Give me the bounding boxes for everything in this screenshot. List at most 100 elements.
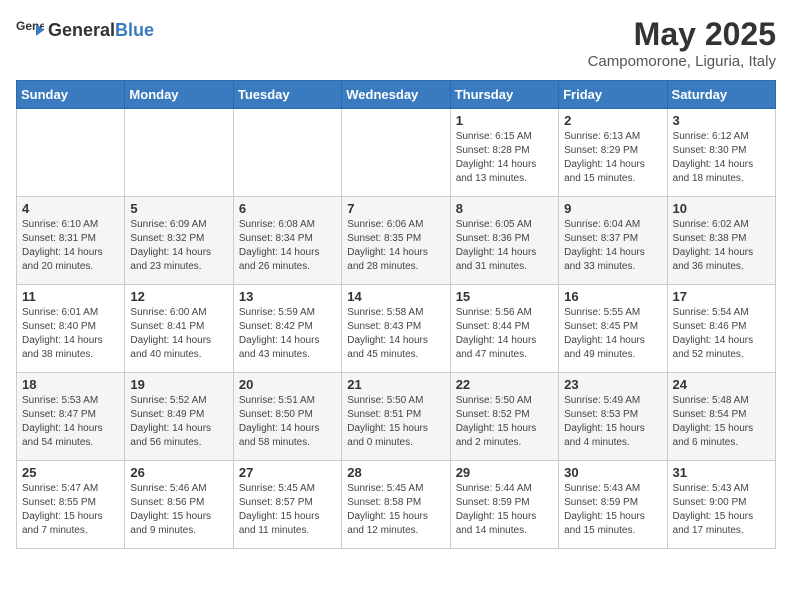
calendar-cell — [17, 109, 125, 197]
calendar-cell: 29 Sunrise: 5:44 AM Sunset: 8:59 PM Dayli… — [450, 461, 558, 549]
calendar-cell: 30 Sunrise: 5:43 AM Sunset: 8:59 PM Dayli… — [559, 461, 667, 549]
calendar-cell: 14 Sunrise: 5:58 AM Sunset: 8:43 PM Dayli… — [342, 285, 450, 373]
day-number: 21 — [347, 377, 444, 392]
calendar-cell: 8 Sunrise: 6:05 AM Sunset: 8:36 PM Daylig… — [450, 197, 558, 285]
day-number: 12 — [130, 289, 227, 304]
day-info: Sunrise: 6:05 AM Sunset: 8:36 PM Dayligh… — [456, 218, 553, 274]
day-number: 2 — [564, 113, 661, 128]
day-info: Sunrise: 5:46 AM Sunset: 8:56 PM Dayligh… — [130, 482, 227, 538]
day-info: Sunrise: 5:58 AM Sunset: 8:43 PM Dayligh… — [347, 306, 444, 362]
calendar-cell: 13 Sunrise: 5:59 AM Sunset: 8:42 PM Dayli… — [233, 285, 341, 373]
day-info: Sunrise: 5:59 AM Sunset: 8:42 PM Dayligh… — [239, 306, 336, 362]
day-of-week-header: Monday — [125, 81, 233, 109]
calendar-cell: 7 Sunrise: 6:06 AM Sunset: 8:35 PM Daylig… — [342, 197, 450, 285]
day-number: 20 — [239, 377, 336, 392]
day-number: 11 — [22, 289, 119, 304]
logo-general: General — [48, 20, 115, 40]
day-info: Sunrise: 6:01 AM Sunset: 8:40 PM Dayligh… — [22, 306, 119, 362]
day-number: 4 — [22, 201, 119, 216]
day-number: 3 — [673, 113, 770, 128]
calendar-cell: 12Sunrise: 6:00 AM Sunset: 8:41 PM Dayli… — [125, 285, 233, 373]
day-number: 24 — [673, 377, 770, 392]
day-info: Sunrise: 5:43 AM Sunset: 9:00 PM Dayligh… — [673, 482, 770, 538]
calendar-cell: 19 Sunrise: 5:52 AM Sunset: 8:49 PM Dayli… — [125, 373, 233, 461]
calendar-cell: 23 Sunrise: 5:49 AM Sunset: 8:53 PM Dayli… — [559, 373, 667, 461]
day-number: 6 — [239, 201, 336, 216]
calendar-cell: 24 Sunrise: 5:48 AM Sunset: 8:54 PM Dayli… — [667, 373, 775, 461]
day-number: 9 — [564, 201, 661, 216]
day-number: 27 — [239, 465, 336, 480]
day-info: Sunrise: 5:50 AM Sunset: 8:51 PM Dayligh… — [347, 394, 444, 450]
day-info: Sunrise: 6:13 AM Sunset: 8:29 PM Dayligh… — [564, 130, 661, 186]
day-number: 13 — [239, 289, 336, 304]
day-of-week-header: Tuesday — [233, 81, 341, 109]
day-number: 26 — [130, 465, 227, 480]
day-info: Sunrise: 5:54 AM Sunset: 8:46 PM Dayligh… — [673, 306, 770, 362]
day-of-week-header: Thursday — [450, 81, 558, 109]
calendar-cell — [125, 109, 233, 197]
header: General GeneralBlue May 2025 Campomorone… — [16, 16, 776, 70]
day-number: 7 — [347, 201, 444, 216]
day-number: 19 — [130, 377, 227, 392]
day-info: Sunrise: 5:48 AM Sunset: 8:54 PM Dayligh… — [673, 394, 770, 450]
calendar-week-row: 11 Sunrise: 6:01 AM Sunset: 8:40 PM Dayli… — [17, 285, 776, 373]
day-number: 18 — [22, 377, 119, 392]
logo: General GeneralBlue — [16, 16, 154, 44]
day-info: Sunrise: 5:49 AM Sunset: 8:53 PM Dayligh… — [564, 394, 661, 450]
header-row: SundayMondayTuesdayWednesdayThursdayFrid… — [17, 81, 776, 109]
day-info: Sunrise: 6:08 AM Sunset: 8:34 PM Dayligh… — [239, 218, 336, 274]
calendar-cell — [342, 109, 450, 197]
month-title: May 2025 — [588, 16, 776, 53]
calendar-cell: 18 Sunrise: 5:53 AM Sunset: 8:47 PM Dayli… — [17, 373, 125, 461]
calendar-body: 1Sunrise: 6:15 AM Sunset: 8:28 PM Daylig… — [17, 109, 776, 549]
day-info: Sunrise: 5:43 AM Sunset: 8:59 PM Dayligh… — [564, 482, 661, 538]
day-info: Sunrise: 5:53 AM Sunset: 8:47 PM Dayligh… — [22, 394, 119, 450]
day-info: Sunrise: 5:47 AM Sunset: 8:55 PM Dayligh… — [22, 482, 119, 538]
calendar-cell: 16 Sunrise: 5:55 AM Sunset: 8:45 PM Dayli… — [559, 285, 667, 373]
day-number: 8 — [456, 201, 553, 216]
calendar-cell: 2 Sunrise: 6:13 AM Sunset: 8:29 PM Daylig… — [559, 109, 667, 197]
day-info: Sunrise: 6:06 AM Sunset: 8:35 PM Dayligh… — [347, 218, 444, 274]
calendar-cell: 4 Sunrise: 6:10 AM Sunset: 8:31 PM Daylig… — [17, 197, 125, 285]
calendar-cell: 3 Sunrise: 6:12 AM Sunset: 8:30 PM Daylig… — [667, 109, 775, 197]
day-info: Sunrise: 5:51 AM Sunset: 8:50 PM Dayligh… — [239, 394, 336, 450]
calendar-cell: 9 Sunrise: 6:04 AM Sunset: 8:37 PM Daylig… — [559, 197, 667, 285]
day-number: 23 — [564, 377, 661, 392]
day-info: Sunrise: 6:15 AM Sunset: 8:28 PM Dayligh… — [456, 130, 553, 186]
calendar-cell — [233, 109, 341, 197]
day-info: Sunrise: 6:02 AM Sunset: 8:38 PM Dayligh… — [673, 218, 770, 274]
calendar-cell: 28 Sunrise: 5:45 AM Sunset: 8:58 PM Dayli… — [342, 461, 450, 549]
calendar-week-row: 18 Sunrise: 5:53 AM Sunset: 8:47 PM Dayli… — [17, 373, 776, 461]
day-info: Sunrise: 5:50 AM Sunset: 8:52 PM Dayligh… — [456, 394, 553, 450]
calendar-cell: 31Sunrise: 5:43 AM Sunset: 9:00 PM Dayli… — [667, 461, 775, 549]
calendar-cell: 1Sunrise: 6:15 AM Sunset: 8:28 PM Daylig… — [450, 109, 558, 197]
calendar-header: SundayMondayTuesdayWednesdayThursdayFrid… — [17, 81, 776, 109]
calendar-cell: 27 Sunrise: 5:45 AM Sunset: 8:57 PM Dayli… — [233, 461, 341, 549]
day-number: 28 — [347, 465, 444, 480]
calendar-table: SundayMondayTuesdayWednesdayThursdayFrid… — [16, 80, 776, 549]
day-info: Sunrise: 5:56 AM Sunset: 8:44 PM Dayligh… — [456, 306, 553, 362]
day-info: Sunrise: 6:12 AM Sunset: 8:30 PM Dayligh… — [673, 130, 770, 186]
day-info: Sunrise: 6:04 AM Sunset: 8:37 PM Dayligh… — [564, 218, 661, 274]
day-number: 30 — [564, 465, 661, 480]
logo-icon: General — [16, 16, 44, 44]
calendar-cell: 11 Sunrise: 6:01 AM Sunset: 8:40 PM Dayli… — [17, 285, 125, 373]
subtitle: Campomorone, Liguria, Italy — [588, 53, 776, 70]
calendar-week-row: 25 Sunrise: 5:47 AM Sunset: 8:55 PM Dayli… — [17, 461, 776, 549]
day-of-week-header: Saturday — [667, 81, 775, 109]
day-number: 16 — [564, 289, 661, 304]
day-number: 14 — [347, 289, 444, 304]
day-number: 5 — [130, 201, 227, 216]
day-info: Sunrise: 5:55 AM Sunset: 8:45 PM Dayligh… — [564, 306, 661, 362]
day-info: Sunrise: 5:44 AM Sunset: 8:59 PM Dayligh… — [456, 482, 553, 538]
day-info: Sunrise: 5:45 AM Sunset: 8:58 PM Dayligh… — [347, 482, 444, 538]
day-of-week-header: Wednesday — [342, 81, 450, 109]
day-number: 25 — [22, 465, 119, 480]
day-number: 29 — [456, 465, 553, 480]
day-info: Sunrise: 6:10 AM Sunset: 8:31 PM Dayligh… — [22, 218, 119, 274]
day-info: Sunrise: 6:09 AM Sunset: 8:32 PM Dayligh… — [130, 218, 227, 274]
calendar-cell: 26 Sunrise: 5:46 AM Sunset: 8:56 PM Dayli… — [125, 461, 233, 549]
calendar-cell: 22Sunrise: 5:50 AM Sunset: 8:52 PM Dayli… — [450, 373, 558, 461]
day-info: Sunrise: 5:52 AM Sunset: 8:49 PM Dayligh… — [130, 394, 227, 450]
day-info: Sunrise: 5:45 AM Sunset: 8:57 PM Dayligh… — [239, 482, 336, 538]
